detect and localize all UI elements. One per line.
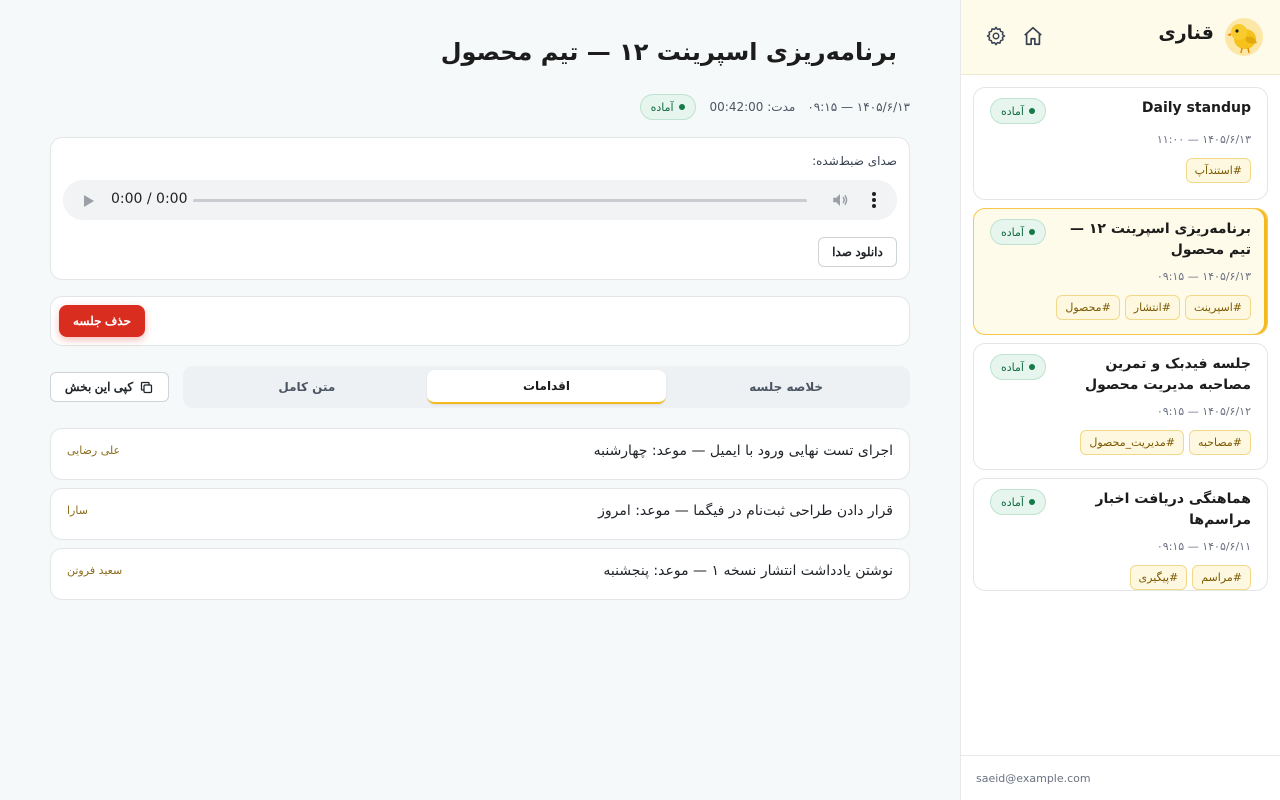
- volume-icon[interactable]: [831, 191, 849, 213]
- meeting-title: جلسه فیدبک و تمرین مصاحبه مدیریت محصول: [1084, 356, 1251, 393]
- tag-chip[interactable]: #پیگیری: [1129, 565, 1188, 590]
- tag-list: #اسپرینت #انتشار #محصول: [990, 295, 1251, 320]
- meeting-duration: مدت: 00:42:00: [709, 100, 796, 114]
- sidebar-footer: saeid@example.com: [960, 755, 1280, 800]
- audio-panel: صدای ضبط‌شده: 0:00 / 0:00 دانلود صدا: [50, 137, 910, 280]
- delete-meeting-button[interactable]: حذف جلسه: [59, 305, 145, 337]
- copy-label: کپی این بخش: [64, 380, 134, 394]
- settings-button[interactable]: [984, 24, 1008, 48]
- app-title: قناری: [1158, 22, 1214, 44]
- meeting-title: هماهنگی دریافت اخبار مراسم‌ها: [1095, 491, 1252, 528]
- download-audio-button[interactable]: دانلود صدا: [818, 237, 897, 267]
- meeting-date: ۱۴۰۵/۶/۱۳ — ۰۹:۱۵: [1156, 270, 1251, 283]
- status-label: آماده: [1001, 495, 1024, 509]
- page-title: برنامه‌ریزی اسپرینت ۱۲ — تیم محصول: [440, 38, 897, 66]
- tab-transcript[interactable]: متن کامل: [187, 370, 427, 404]
- action-item: قرار دادن طراحی ثبت‌نام در فیگما — موعد:…: [50, 488, 910, 540]
- meeting-datetime: ۱۴۰۵/۶/۱۳ — ۰۹:۱۵: [807, 100, 910, 114]
- copy-icon: [140, 381, 153, 393]
- status-dot-icon: [678, 104, 685, 110]
- gear-icon: [986, 26, 1006, 46]
- audio-label: صدای ضبط‌شده:: [812, 154, 897, 168]
- status-label: آماده: [1001, 104, 1024, 118]
- meeting-date: ۱۴۰۵/۶/۱۲ — ۰۹:۱۵: [1156, 405, 1251, 418]
- action-text: نوشتن یادداشت انتشار نسخه ۱ — موعد: پنجش…: [603, 563, 893, 579]
- meeting-title: برنامه‌ریزی اسپرینت ۱۲ — تیم محصول: [1070, 221, 1251, 258]
- home-icon: [1024, 26, 1042, 46]
- status-badge: آماده: [990, 489, 1046, 515]
- tab-actions[interactable]: اقدامات: [426, 370, 667, 404]
- meeting-title: Daily standup: [1141, 100, 1251, 116]
- tag-chip[interactable]: #مدیریت_محصول: [1080, 430, 1184, 455]
- status-dot-icon: [1028, 108, 1035, 114]
- action-owner: علی رضایی: [67, 444, 121, 457]
- status-label: آماده: [1001, 225, 1024, 239]
- status-dot-icon: [1028, 229, 1035, 235]
- tag-list: #استندآپ: [990, 158, 1251, 183]
- meeting-date: ۱۴۰۵/۶/۱۱ — ۰۹:۱۵: [1156, 540, 1251, 553]
- action-item: نوشتن یادداشت انتشار نسخه ۱ — موعد: پنجش…: [50, 548, 910, 600]
- status-label: آماده: [650, 100, 674, 114]
- more-vertical-icon[interactable]: [871, 191, 877, 213]
- tag-chip[interactable]: #محصول: [1056, 295, 1120, 320]
- home-button[interactable]: [1021, 24, 1045, 48]
- sidebar: قناری Daily standup آماده ۱۴۰۵/۶/۱۳ — ۱۱…: [960, 0, 1280, 800]
- danger-panel: حذف جلسه: [50, 296, 910, 346]
- status-dot-icon: [1028, 499, 1035, 505]
- copy-section-button[interactable]: کپی این بخش: [50, 372, 169, 402]
- tag-chip[interactable]: #مراسم: [1192, 565, 1251, 590]
- audio-time: 0:00 / 0:00: [111, 191, 188, 207]
- action-text: قرار دادن طراحی ثبت‌نام در فیگما — موعد:…: [598, 503, 893, 519]
- play-icon[interactable]: [83, 193, 95, 212]
- tag-list: #مصاحبه #مدیریت_محصول: [990, 430, 1251, 455]
- action-owner: سعید فروتن: [67, 564, 123, 577]
- tag-list: #مراسم #پیگیری: [990, 565, 1251, 590]
- status-label: آماده: [1001, 360, 1024, 374]
- status-badge: آماده: [990, 98, 1046, 124]
- meeting-list: Daily standup آماده ۱۴۰۵/۶/۱۳ — ۱۱:۰۰ #ا…: [973, 87, 1268, 599]
- tag-chip[interactable]: #استندآپ: [1185, 158, 1251, 183]
- content-tabs: خلاصه جلسه اقدامات متن کامل: [183, 366, 910, 408]
- tag-chip[interactable]: #مصاحبه: [1188, 430, 1251, 455]
- action-owner: سارا: [67, 504, 88, 517]
- status-badge: آماده: [990, 219, 1046, 245]
- action-text: اجرای تست نهایی ورود با ایمیل — موعد: چه…: [593, 443, 893, 459]
- meeting-card[interactable]: Daily standup آماده ۱۴۰۵/۶/۱۳ — ۱۱:۰۰ #ا…: [973, 87, 1268, 200]
- sidebar-header: قناری: [961, 0, 1280, 75]
- meeting-meta: ۱۴۰۵/۶/۱۳ — ۰۹:۱۵ مدت: 00:42:00 آماده: [639, 94, 910, 120]
- meeting-date: ۱۴۰۵/۶/۱۳ — ۱۱:۰۰: [1156, 133, 1251, 146]
- status-dot-icon: [1028, 364, 1035, 370]
- audio-player[interactable]: 0:00 / 0:00: [63, 180, 897, 220]
- meeting-card[interactable]: هماهنگی دریافت اخبار مراسم‌ها آماده ۱۴۰۵…: [973, 478, 1268, 591]
- action-item: اجرای تست نهایی ورود با ایمیل — موعد: چه…: [50, 428, 910, 480]
- status-badge: آماده: [639, 94, 696, 120]
- tag-chip[interactable]: #اسپرینت: [1184, 295, 1251, 320]
- user-email: saeid@example.com: [976, 771, 1091, 785]
- main-content: برنامه‌ریزی اسپرینت ۱۲ — تیم محصول ۱۴۰۵/…: [0, 0, 960, 800]
- tab-summary[interactable]: خلاصه جلسه: [666, 370, 906, 404]
- canary-logo-icon: [1224, 17, 1264, 57]
- meeting-card[interactable]: جلسه فیدبک و تمرین مصاحبه مدیریت محصول آ…: [973, 343, 1268, 470]
- tag-chip[interactable]: #انتشار: [1124, 295, 1180, 320]
- audio-progress-track[interactable]: [193, 199, 807, 202]
- status-badge: آماده: [990, 354, 1046, 380]
- meeting-card-active[interactable]: برنامه‌ریزی اسپرینت ۱۲ — تیم محصول آماده…: [973, 208, 1268, 335]
